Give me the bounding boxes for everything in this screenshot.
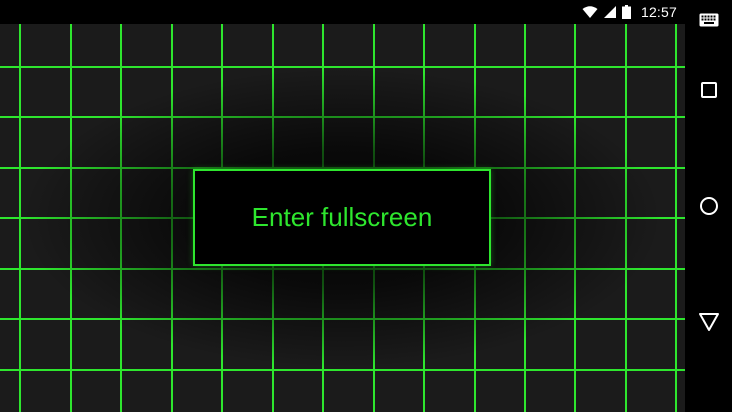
status-clock: 12:57 bbox=[640, 4, 677, 20]
keyboard-icon[interactable] bbox=[685, 8, 732, 32]
status-bar: 12:57 bbox=[0, 0, 685, 24]
back-icon[interactable] bbox=[685, 310, 732, 334]
status-icons: 12:57 bbox=[582, 0, 677, 24]
enter-fullscreen-label: Enter fullscreen bbox=[251, 202, 433, 232]
cell-signal-icon bbox=[603, 6, 616, 18]
wifi-icon bbox=[582, 5, 598, 19]
enter-fullscreen-button[interactable]: Enter fullscreen bbox=[193, 169, 491, 266]
device-screen: 12:57 Enter fullscreen bbox=[0, 0, 732, 412]
nav-bar bbox=[685, 0, 732, 412]
battery-icon bbox=[621, 5, 631, 19]
app-canvas: Enter fullscreen bbox=[0, 24, 685, 412]
recents-icon[interactable] bbox=[685, 78, 732, 102]
home-icon[interactable] bbox=[685, 194, 732, 218]
